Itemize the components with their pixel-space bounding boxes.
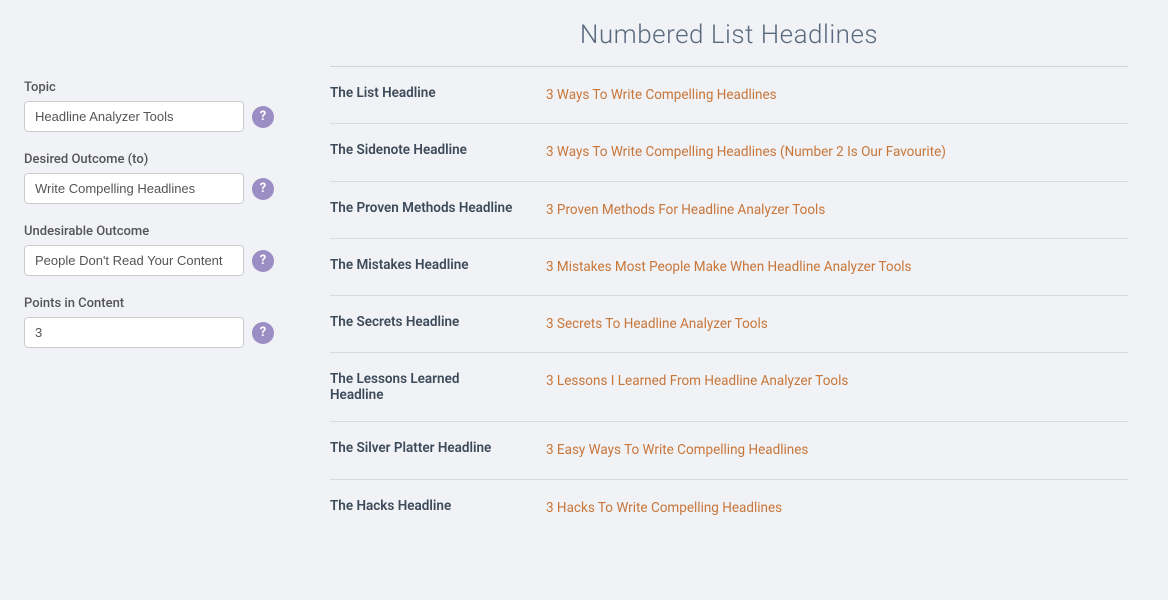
- headline-value: 3 Secrets To Headline Analyzer Tools: [530, 296, 1128, 353]
- headline-value: 3 Ways To Write Compelling Headlines (Nu…: [530, 124, 1128, 181]
- topic-input[interactable]: [24, 101, 244, 132]
- headline-value: 3 Easy Ways To Write Compelling Headline…: [530, 422, 1128, 479]
- headline-type: The Mistakes Headline: [330, 238, 530, 295]
- page-title: Numbered List Headlines: [330, 20, 1128, 50]
- headlines-table: The List Headline 3 Ways To Write Compel…: [330, 67, 1128, 536]
- table-row: The Lessons Learned Headline 3 Lessons I…: [330, 353, 1128, 422]
- points-field-group: Points in Content ?: [24, 296, 286, 348]
- points-input-row: ?: [24, 317, 286, 348]
- main-content: Numbered List Headlines The List Headlin…: [310, 0, 1168, 600]
- headline-type: The Sidenote Headline: [330, 124, 530, 181]
- topic-label: Topic: [24, 80, 286, 95]
- headline-link[interactable]: 3 Secrets To Headline Analyzer Tools: [546, 316, 768, 332]
- headline-link[interactable]: 3 Ways To Write Compelling Headlines: [546, 87, 777, 103]
- headline-type: The Hacks Headline: [330, 479, 530, 536]
- headline-link[interactable]: 3 Lessons I Learned From Headline Analyz…: [546, 373, 848, 389]
- page-container: Topic ? Desired Outcome (to) ? Undesirab…: [0, 0, 1168, 600]
- desired-help-icon[interactable]: ?: [252, 178, 274, 200]
- desired-field-group: Desired Outcome (to) ?: [24, 152, 286, 204]
- topic-help-icon[interactable]: ?: [252, 106, 274, 128]
- undesirable-field-group: Undesirable Outcome ?: [24, 224, 286, 276]
- undesirable-help-icon[interactable]: ?: [252, 250, 274, 272]
- headline-link[interactable]: 3 Hacks To Write Compelling Headlines: [546, 500, 782, 516]
- table-row: The Proven Methods Headline 3 Proven Met…: [330, 181, 1128, 238]
- headline-type: The Silver Platter Headline: [330, 422, 530, 479]
- topic-field-group: Topic ?: [24, 80, 286, 132]
- desired-label: Desired Outcome (to): [24, 152, 286, 167]
- undesirable-input[interactable]: [24, 245, 244, 276]
- headline-value: 3 Hacks To Write Compelling Headlines: [530, 479, 1128, 536]
- headline-type: The List Headline: [330, 67, 530, 124]
- headline-link[interactable]: 3 Easy Ways To Write Compelling Headline…: [546, 442, 808, 458]
- topic-input-row: ?: [24, 101, 286, 132]
- table-row: The Silver Platter Headline 3 Easy Ways …: [330, 422, 1128, 479]
- headline-value: 3 Lessons I Learned From Headline Analyz…: [530, 353, 1128, 422]
- headline-value: 3 Mistakes Most People Make When Headlin…: [530, 238, 1128, 295]
- table-row: The Sidenote Headline 3 Ways To Write Co…: [330, 124, 1128, 181]
- desired-input[interactable]: [24, 173, 244, 204]
- table-row: The Secrets Headline 3 Secrets To Headli…: [330, 296, 1128, 353]
- headline-value: 3 Ways To Write Compelling Headlines: [530, 67, 1128, 124]
- points-label: Points in Content: [24, 296, 286, 311]
- headline-value: 3 Proven Methods For Headline Analyzer T…: [530, 181, 1128, 238]
- desired-input-row: ?: [24, 173, 286, 204]
- sidebar: Topic ? Desired Outcome (to) ? Undesirab…: [0, 0, 310, 600]
- headline-link[interactable]: 3 Ways To Write Compelling Headlines (Nu…: [546, 144, 946, 160]
- undesirable-label: Undesirable Outcome: [24, 224, 286, 239]
- headline-link[interactable]: 3 Mistakes Most People Make When Headlin…: [546, 259, 912, 275]
- table-row: The List Headline 3 Ways To Write Compel…: [330, 67, 1128, 124]
- headline-type: The Lessons Learned Headline: [330, 353, 530, 422]
- points-help-icon[interactable]: ?: [252, 322, 274, 344]
- headline-link[interactable]: 3 Proven Methods For Headline Analyzer T…: [546, 202, 825, 218]
- table-row: The Hacks Headline 3 Hacks To Write Comp…: [330, 479, 1128, 536]
- points-input[interactable]: [24, 317, 244, 348]
- table-row: The Mistakes Headline 3 Mistakes Most Pe…: [330, 238, 1128, 295]
- headline-type: The Proven Methods Headline: [330, 181, 530, 238]
- headline-type: The Secrets Headline: [330, 296, 530, 353]
- undesirable-input-row: ?: [24, 245, 286, 276]
